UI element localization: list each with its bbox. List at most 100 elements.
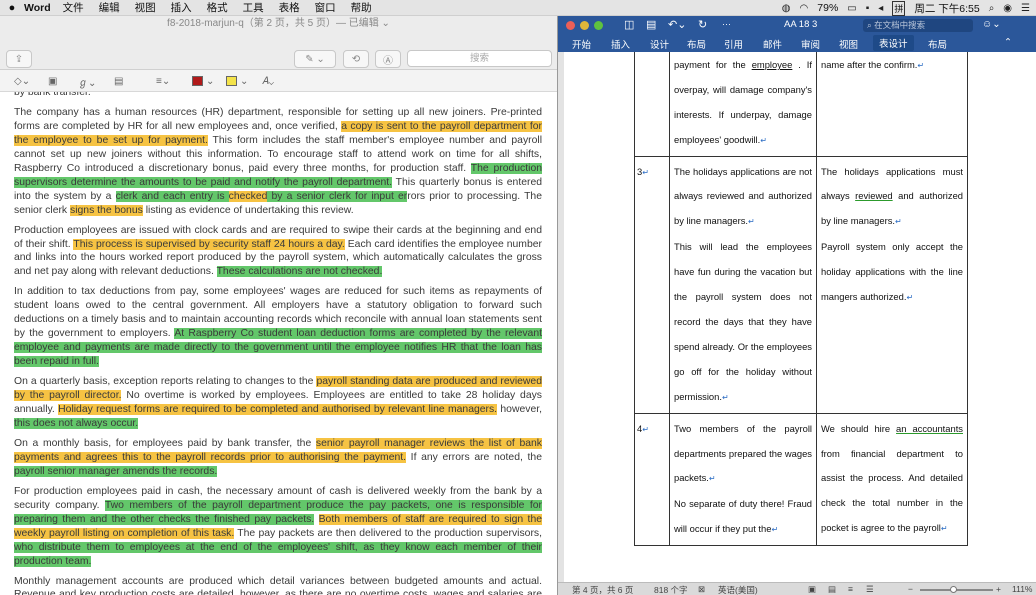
recommendation-cell[interactable]: And required the clerk sign his name aft… — [816, 52, 968, 157]
share-button[interactable]: ⇪ — [6, 50, 32, 68]
language[interactable]: 英语(美国) — [718, 584, 758, 595]
markup-toolbar-button[interactable]: ✎ ⌄ — [294, 50, 336, 68]
paragraph-mark-icon: ↵ — [940, 524, 948, 534]
cell-text[interactable]: The holidays applications are not always… — [670, 157, 816, 413]
proofing-icon[interactable]: ⊠ — [698, 584, 705, 595]
weakness-cell[interactable]: Two members of the payroll departments p… — [669, 412, 817, 547]
ribbon-collapse-icon[interactable]: ⌃ — [1004, 37, 1012, 48]
font-size-indicator: AA 18 3 — [784, 19, 818, 30]
redo-icon[interactable]: ↻ — [698, 18, 707, 31]
wifi-icon[interactable]: ◠ — [800, 3, 809, 14]
text-box-icon[interactable]: ▣ — [48, 74, 57, 88]
markup-icon: Ⓐ — [383, 55, 393, 67]
print-layout-icon[interactable]: ▣ — [808, 584, 816, 595]
weakness-cell[interactable]: The holidays applications are not always… — [669, 155, 817, 414]
markup-button[interactable]: Ⓐ — [375, 50, 401, 68]
people-icon[interactable]: ☺⌄ — [982, 19, 1001, 30]
cell-text[interactable]: We should hire an accountants from finan… — [817, 414, 967, 545]
web-layout-icon[interactable]: ▤ — [828, 584, 836, 595]
wechat-icon[interactable]: ◍ — [782, 3, 791, 14]
recommendation-cell[interactable]: We should hire an accountants from finan… — [816, 412, 968, 547]
menu-edit[interactable]: 编辑 — [99, 0, 120, 15]
table-row: The significant risk of wrong payment fo… — [634, 52, 968, 157]
sign-icon[interactable]: ℊ⌄ — [78, 74, 96, 89]
text-run — [314, 514, 318, 525]
undo-icon[interactable]: ↶⌄ — [668, 18, 686, 31]
notification-center-icon[interactable]: ☰ — [1021, 3, 1030, 14]
rotate-icon: ⟲ — [351, 53, 361, 65]
rotate-button[interactable]: ⟲ — [343, 50, 369, 68]
pdf-paragraph: The company has a human resources (HR) d… — [14, 106, 542, 218]
tab-table-layout[interactable]: 布局 — [928, 37, 947, 51]
tab-view[interactable]: 视图 — [839, 37, 858, 51]
tab-table-design[interactable]: 表设计 — [873, 35, 914, 51]
border-color-button[interactable]: ⌄ — [192, 74, 214, 88]
pdf-paragraph: For production employees paid in cash, t… — [14, 485, 543, 569]
menu-file[interactable]: 文件 — [63, 0, 84, 15]
search-icon[interactable]: ⌕ — [989, 3, 995, 14]
word-count[interactable]: 818 个字 — [654, 584, 688, 595]
menu-format[interactable]: 格式 — [207, 0, 228, 15]
highlight-green: payroll senior manager amends the record… — [14, 465, 218, 477]
cell-text[interactable]: Two members of the payroll departments p… — [670, 414, 816, 546]
highlight-yellow: signs the bonus — [70, 204, 143, 216]
text-run: listing as evidence of undertaking this … — [142, 204, 354, 216]
tab-mailings[interactable]: 邮件 — [763, 37, 782, 51]
zoom-slider-knob[interactable] — [949, 586, 957, 593]
cell-text[interactable]: The significant risk of wrong payment fo… — [670, 52, 816, 156]
menu-table[interactable]: 表格 — [279, 0, 300, 15]
text-run: from financial department to assist the … — [821, 447, 963, 534]
menu-window[interactable]: 窗口 — [315, 0, 336, 15]
tab-layout[interactable]: 布局 — [687, 37, 706, 51]
input-method[interactable]: 拼 — [892, 0, 906, 16]
pdf-paragraph: On a quarterly basis, exception reports … — [14, 375, 542, 431]
save-icon[interactable]: ▤ — [646, 18, 656, 31]
recommendation-cell[interactable]: The holidays applications must always re… — [816, 155, 968, 414]
volume-icon[interactable]: ◂ — [878, 3, 883, 14]
text-style-icon[interactable]: 𝐴⌄ — [262, 74, 274, 88]
battery-icon[interactable]: ▭ — [847, 3, 856, 14]
row-number-cell[interactable]: 4↵ — [634, 412, 670, 547]
shapes-icon[interactable]: ◇⌄ — [14, 74, 30, 88]
battery-percent[interactable]: 79% — [817, 2, 838, 14]
row-number: 3↵ — [635, 157, 669, 185]
apple-icon[interactable]: ● — [0, 2, 24, 14]
highlight-green: who distribute them to employees at the … — [14, 541, 542, 567]
zoom-in-icon[interactable]: + — [996, 584, 1001, 594]
line-style-icon[interactable]: ≡⌄ — [156, 74, 170, 88]
clock[interactable]: 周二 下午6:55 — [914, 1, 979, 16]
menu-tools[interactable]: 工具 — [243, 0, 264, 15]
tab-design[interactable]: 设计 — [650, 37, 669, 51]
zoom-out-icon[interactable]: − — [908, 584, 913, 594]
menu-view[interactable]: 视图 — [135, 0, 156, 15]
word-search-field[interactable]: ⌕ 在文档中搜索 — [863, 19, 973, 32]
minimize-button[interactable] — [580, 21, 589, 30]
weakness-cell[interactable]: The significant risk of wrong payment fo… — [669, 52, 817, 157]
zoom-level[interactable]: 111% — [1012, 584, 1032, 594]
cell-text[interactable]: And required the clerk sign his name aft… — [817, 52, 967, 81]
cell-text[interactable]: The holidays applications must always re… — [817, 157, 967, 313]
draft-icon[interactable]: ☰ — [866, 584, 874, 595]
more-icon[interactable]: ··· — [722, 19, 731, 29]
tab-insert[interactable]: 插入 — [611, 37, 630, 51]
note-icon[interactable]: ▤ — [114, 74, 123, 88]
fill-color-button[interactable]: ⌄ — [226, 74, 248, 88]
preview-search-field[interactable]: 搜索 — [407, 50, 552, 67]
app-menu-word[interactable]: Word — [24, 2, 51, 14]
menu-insert[interactable]: 插入 — [171, 0, 192, 15]
outline-icon[interactable]: ≡ — [848, 584, 853, 594]
close-button[interactable] — [566, 21, 575, 30]
menu-help[interactable]: 帮助 — [351, 0, 372, 15]
row-number-cell[interactable]: 3↵ — [634, 155, 670, 414]
siri-icon[interactable]: ◉ — [1003, 3, 1012, 14]
zoom-button[interactable] — [594, 21, 603, 30]
tab-home[interactable]: 开始 — [572, 37, 591, 51]
row-number-cell[interactable] — [634, 52, 670, 157]
sidebar-toggle-icon[interactable]: ◫ — [624, 18, 634, 31]
flag-icon[interactable]: ▪ — [866, 3, 870, 14]
tab-review[interactable]: 审阅 — [801, 37, 820, 51]
paragraph-mark-icon: ↵ — [642, 167, 649, 177]
pdf-paragraph: Production employees are issued with clo… — [14, 224, 542, 280]
page-count[interactable]: 第 4 页，共 6 页 — [572, 584, 633, 595]
tab-references[interactable]: 引用 — [724, 37, 743, 51]
